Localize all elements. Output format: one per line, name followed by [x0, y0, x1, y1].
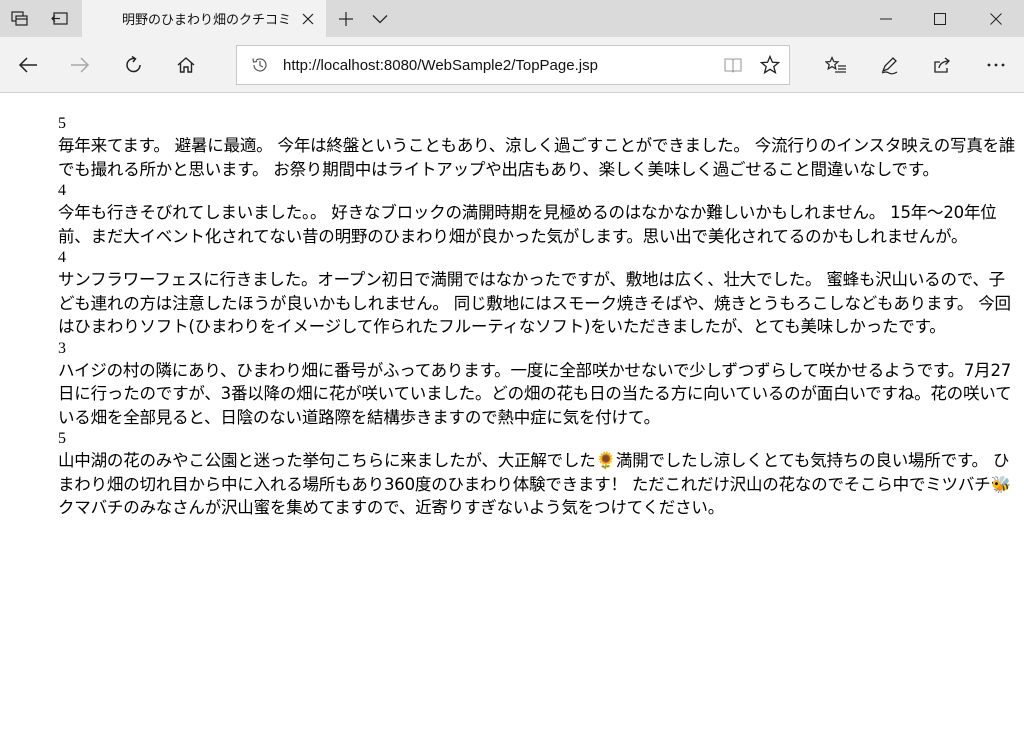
set-aside-icon: [51, 11, 69, 27]
tab-actions-button[interactable]: [0, 0, 40, 37]
active-tab[interactable]: 明野のひまわり畑のクチコミ: [82, 0, 326, 37]
review-comment: サンフラワーフェスに行きました。オープン初日で満開ではなかったですが、敷地は広く…: [58, 270, 1011, 336]
pen-icon: [880, 55, 900, 75]
share-button[interactable]: [922, 45, 962, 85]
favorites-list-icon: [825, 56, 847, 74]
window-close-button[interactable]: [970, 0, 1022, 37]
maximize-button[interactable]: [914, 0, 966, 37]
tab-actions-icon: [11, 10, 29, 27]
history-button[interactable]: [237, 45, 283, 85]
minimize-button[interactable]: [860, 0, 912, 37]
review-rating: 4: [58, 249, 66, 266]
review-rating: 3: [58, 339, 66, 357]
reading-view-button[interactable]: [715, 46, 751, 84]
back-button[interactable]: [8, 45, 48, 85]
close-icon: [302, 13, 314, 25]
review-item: 3 ハイジの村の隣にあり、ひまわり畑に番号がふってあります。一度に全部咲かせない…: [58, 339, 1020, 430]
new-tab-button[interactable]: [330, 0, 362, 37]
book-icon: [723, 56, 743, 74]
share-icon: [932, 55, 952, 75]
refresh-icon: [124, 55, 144, 75]
home-button[interactable]: [166, 45, 206, 85]
navigation-bar: http://localhost:8080/WebSample2/TopPage…: [0, 37, 1024, 93]
title-bar: 明野のひまわり畑のクチコミ: [0, 0, 1024, 37]
forward-arrow-icon: [70, 56, 90, 74]
close-icon: [990, 12, 1002, 25]
review-comment: ハイジの村の隣にあり、ひまわり畑に番号がふってあります。一度に全部咲かせないで少…: [58, 360, 1012, 427]
review-item: 4 今年も行きそびれてしまいました。。 好きなブロックの満開時期を見極めるのはな…: [58, 181, 1020, 248]
refresh-button[interactable]: [114, 45, 154, 85]
maximize-icon: [934, 12, 946, 25]
chevron-down-icon: [372, 14, 388, 24]
back-arrow-icon: [18, 56, 38, 74]
review-comment: 毎年来てます。 避暑に最適。 今年は終盤ということもあり、涼しく過ごすことができ…: [58, 136, 1016, 179]
history-icon: [251, 56, 269, 74]
tab-title: 明野のひまわり畑のクチコミ: [122, 13, 290, 28]
star-icon: [760, 55, 780, 75]
review-item: 5 毎年来てます。 避暑に最適。 今年は終盤ということもあり、涼しく過ごすことが…: [58, 114, 1020, 181]
review-rating: 5: [58, 115, 66, 132]
review-comment: 今年も行きそびれてしまいました。。 好きなブロックの満開時期を見極めるのはなかな…: [58, 203, 997, 246]
more-icon: [987, 63, 1005, 67]
tab-close-button[interactable]: [290, 0, 326, 37]
set-aside-tabs-button[interactable]: [40, 0, 80, 37]
minimize-icon: [880, 18, 892, 20]
review-rating: 4: [58, 182, 66, 199]
plus-icon: [338, 11, 354, 27]
review-comment: 山中湖の花のみやこ公園と迷った挙句こちらに来ましたが、大正解でした🌻満開でしたし…: [58, 451, 1011, 517]
home-icon: [176, 55, 196, 75]
web-notes-button[interactable]: [870, 45, 910, 85]
more-button[interactable]: [976, 45, 1016, 85]
tab-preview-button[interactable]: [364, 0, 396, 37]
forward-button[interactable]: [60, 45, 100, 85]
review-list: 5 毎年来てます。 避暑に最適。 今年は終盤ということもあり、涼しく過ごすことが…: [58, 114, 1020, 520]
review-item: 5 山中湖の花のみやこ公園と迷った挙句こちらに来ましたが、大正解でした🌻満開でし…: [58, 429, 1020, 520]
review-rating: 5: [58, 430, 66, 447]
review-item: 4 サンフラワーフェスに行きました。オープン初日で満開ではなかったですが、敷地は…: [58, 248, 1020, 339]
favorites-button[interactable]: [816, 45, 856, 85]
url-text[interactable]: http://localhost:8080/WebSample2/TopPage…: [283, 57, 715, 74]
add-favorite-button[interactable]: [751, 46, 789, 84]
address-bar[interactable]: http://localhost:8080/WebSample2/TopPage…: [236, 45, 790, 85]
